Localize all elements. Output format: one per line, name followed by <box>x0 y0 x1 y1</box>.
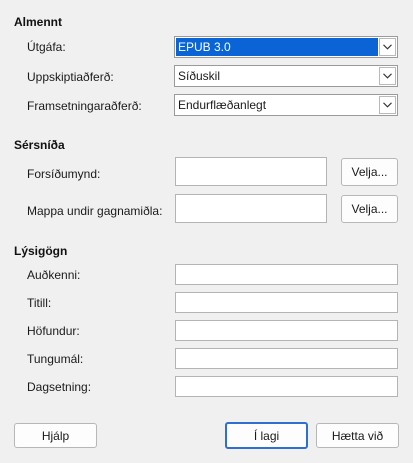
title-label: Titill: <box>27 296 52 310</box>
layout-method-dropdown[interactable]: Endurflæðanlegt <box>174 94 398 116</box>
layout-method-label: Framsetningaraðferð: <box>27 99 142 113</box>
author-field[interactable] <box>175 320 398 341</box>
chevron-down-icon[interactable] <box>379 96 396 114</box>
section-metadata-title: Lýsigögn <box>14 244 68 258</box>
identifier-label: Auðkenni: <box>27 268 81 282</box>
help-button[interactable]: Hjálp <box>14 423 97 448</box>
version-value: EPUB 3.0 <box>176 38 378 56</box>
chevron-down-icon[interactable] <box>379 38 396 56</box>
language-label: Tungumál: <box>27 352 84 366</box>
cover-image-label: Forsíðumynd: <box>27 167 101 181</box>
identifier-field[interactable] <box>175 264 398 285</box>
cancel-button[interactable]: Hætta við <box>316 423 399 448</box>
date-label: Dagsetning: <box>27 380 92 394</box>
split-method-label: Uppskiptiaðferð: <box>27 70 114 84</box>
ok-button[interactable]: Í lagi <box>225 422 308 449</box>
layout-method-value: Endurflæðanlegt <box>178 98 267 112</box>
date-field[interactable] <box>175 376 398 397</box>
version-dropdown[interactable]: EPUB 3.0 <box>174 36 398 58</box>
language-field[interactable] <box>175 348 398 369</box>
cover-image-browse-button[interactable]: Velja... <box>341 158 398 186</box>
media-folder-label: Mappa undir gagnamiðla: <box>27 204 163 218</box>
title-field[interactable] <box>175 292 398 313</box>
split-method-value: Síðuskil <box>178 69 221 83</box>
version-label: Útgáfa: <box>27 40 66 54</box>
media-folder-field[interactable] <box>175 194 327 223</box>
epub-export-dialog: Almennt Útgáfa: EPUB 3.0 Uppskiptiaðferð… <box>0 0 413 463</box>
chevron-down-icon[interactable] <box>379 67 396 85</box>
split-method-dropdown[interactable]: Síðuskil <box>174 65 398 87</box>
media-folder-browse-button[interactable]: Velja... <box>341 195 398 223</box>
cover-image-field[interactable] <box>175 157 327 186</box>
section-custom-title: Sérsníða <box>14 138 65 152</box>
section-general-title: Almennt <box>14 15 62 29</box>
author-label: Höfundur: <box>27 324 80 338</box>
